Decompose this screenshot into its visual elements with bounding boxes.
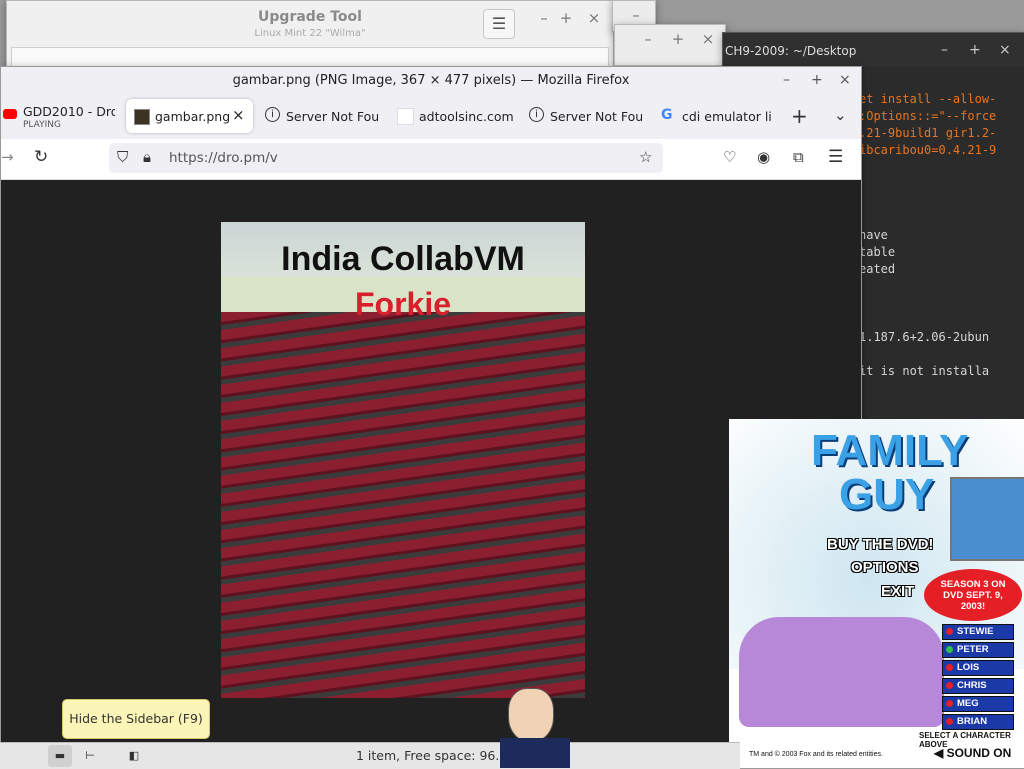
minimize-icon[interactable]: – [783,72,790,88]
minimize-icon[interactable]: – [535,9,553,27]
info-icon: i [265,107,280,122]
tree-view-icon[interactable]: ⊢ [78,745,102,767]
copyright-text: TM and © 2003 Fox and its related entiti… [749,751,883,758]
url-bar[interactable]: ⛉ 🔒︎ https://dro.pm/v ☆ [109,143,663,173]
file-manager-statusbar: ▬ ⊢ ◧ 1 item, Free space: 96.7 | [0,742,740,769]
bookmark-star-icon[interactable]: ☆ [639,148,652,166]
firefox-titlebar: gambar.png (PNG Image, 367 × 477 pixels)… [1,67,861,95]
maximize-icon[interactable]: + [557,9,575,27]
menu-hamburger-button[interactable]: ☰ [483,9,515,39]
sound-toggle[interactable]: ◀ SOUND ON [934,746,1011,760]
extensions-icon[interactable]: ⧉ [793,148,804,166]
info-icon: i [529,107,544,122]
image-cubicles [221,312,585,698]
menu-hamburger-icon[interactable]: ☰ [828,147,843,167]
account-icon[interactable]: ◉ [757,148,770,166]
window-title: gambar.png (PNG Image, 367 × 477 pixels)… [232,73,630,88]
minimize-icon[interactable]: – [941,42,948,58]
dvd-cover [950,477,1024,561]
places-icon[interactable]: ▬ [48,745,72,767]
google-icon: G [661,107,673,123]
upgrade-tool-title: Upgrade Tool [258,9,362,25]
url-text[interactable]: https://dro.pm/v [169,150,278,166]
new-tab-icon[interactable]: + [791,104,808,128]
terminal-titlebar: CH9-2009: ~/Desktop – + × [723,33,1024,67]
tab-server-not-found-2[interactable]: i Server Not Fou [523,99,649,133]
status-text: 1 item, Free space: 96.7 | [356,748,516,763]
character-meg[interactable]: MEG [942,696,1014,712]
tab-close-icon[interactable]: × [232,106,245,124]
maximize-icon[interactable]: + [669,30,687,48]
close-icon[interactable]: × [699,30,717,48]
reload-icon[interactable]: ↻ [34,147,48,167]
speaker-icon: ◀ [934,746,947,760]
close-icon[interactable]: × [999,42,1011,58]
tab-gambar[interactable]: gambar.png × [126,99,253,133]
close-icon[interactable]: × [839,72,851,88]
character-brian[interactable]: BRIAN [942,714,1014,730]
character-list: STEWIE PETER LOIS CHRIS MEG BRIAN [942,624,1014,732]
forward-icon[interactable]: → [1,148,14,166]
tooltip: Hide the Sidebar (F9) [62,699,210,739]
image-title: India CollabVM [281,240,525,278]
season-badge: SEASON 3 ON DVD SEPT. 9, 2003! [924,569,1022,621]
terminal-output: have table eated 1.187.6+2.06-2ubun it i… [859,228,990,378]
terminal-title: CH9-2009: ~/Desktop [725,44,857,58]
hide-sidebar-icon[interactable]: ◧ [122,745,146,767]
youtube-icon [3,109,17,119]
blank-page-icon [397,108,414,125]
tab-adtoolsinc[interactable]: adtoolsinc.com [391,99,519,133]
terminal-output-orange: et install --allow- :Options::="--force … [859,92,997,157]
tab-cdi-emulator[interactable]: G cdi emulator lin [655,99,779,133]
family-guy-window: FAMILY GUY BUY THE DVD! OPTIONS EXIT SEAS… [729,419,1024,768]
close-icon[interactable]: × [585,9,603,27]
shield-icon[interactable]: ⛉ [117,148,128,166]
character-lois[interactable]: LOIS [942,660,1014,676]
lock-icon[interactable]: 🔒︎ [143,148,151,166]
image-file-icon [134,109,150,125]
displayed-image[interactable]: India CollabVM Forkie [221,222,585,698]
image-subtitle: Forkie [354,286,452,322]
fg-logo: FAMILY GUY [811,426,969,519]
tab-server-not-found-1[interactable]: i Server Not Fou [259,99,385,133]
character-peter[interactable]: PETER [942,642,1014,658]
minimize-icon[interactable]: – [639,30,657,48]
character-stewie[interactable]: STEWIE [942,624,1014,640]
character-chris[interactable]: CHRIS [942,678,1014,694]
exit-link[interactable]: EXIT [881,583,914,600]
upgrade-tool-subtitle: Linux Mint 22 "Wilma" [254,28,366,39]
maximize-icon[interactable]: + [969,42,981,58]
maximize-icon[interactable]: + [811,72,823,88]
family-couch [739,617,944,727]
character-sprite [500,688,570,768]
minimize-icon[interactable]: – [627,6,645,24]
navigation-toolbar: → ↻ ⛉ 🔒︎ https://dro.pm/v ☆ ♡ ◉ ⧉ ☰ [1,139,861,180]
tab-list-chevron-down-icon[interactable]: ⌄ [834,106,847,124]
pocket-icon[interactable]: ♡ [723,148,736,166]
options-link[interactable]: OPTIONS [851,559,919,576]
background-window-2: – + × [614,24,726,66]
buy-dvd-link[interactable]: BUY THE DVD! [827,536,933,553]
tab-strip: GDD2010 - Dro PLAYING gambar.png × i Ser… [1,95,861,139]
tab-gdd2010[interactable]: GDD2010 - Dro PLAYING [1,99,119,133]
